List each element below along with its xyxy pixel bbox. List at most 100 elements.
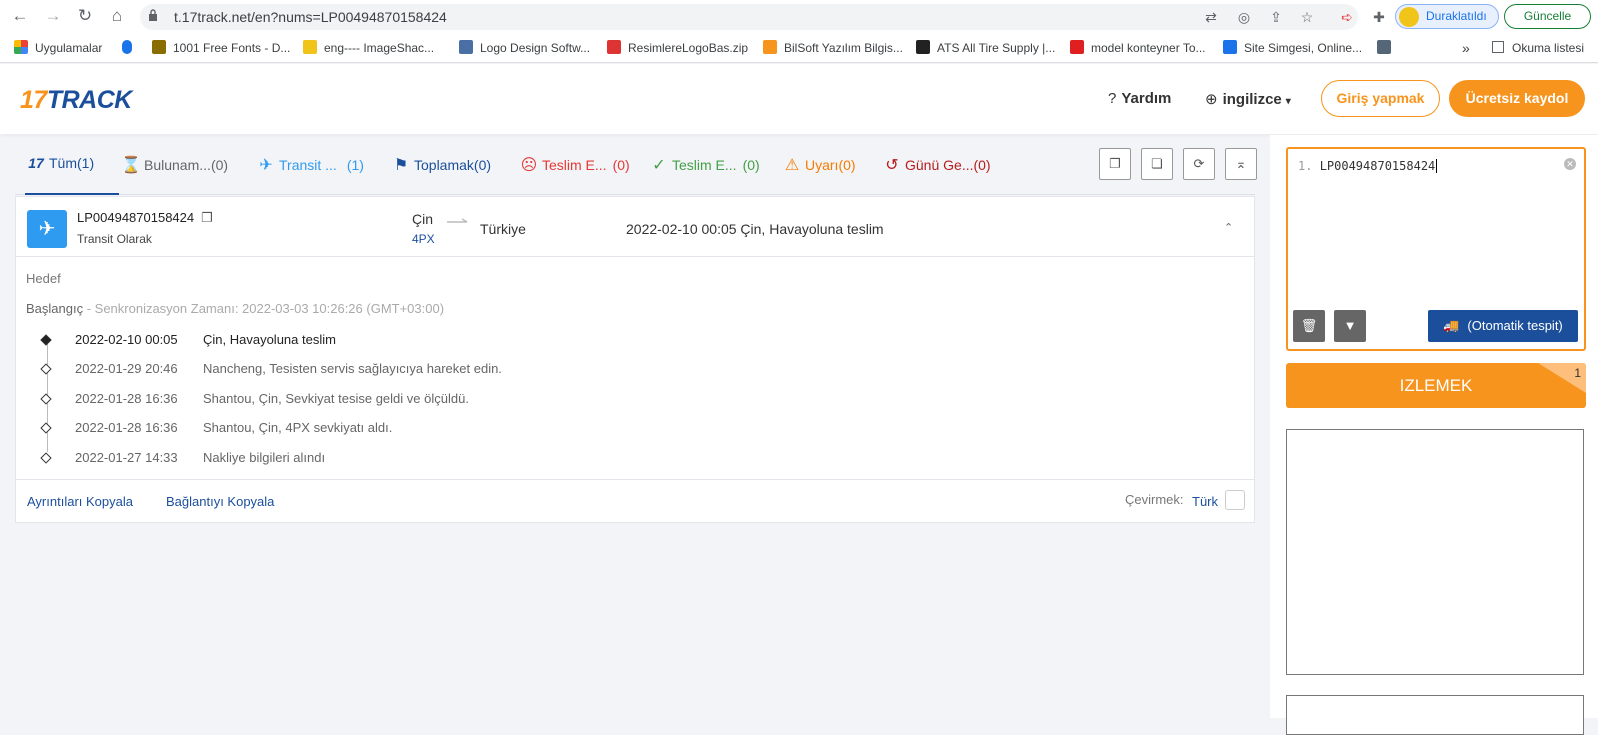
profile-button[interactable]: Duraklatıldı — [1395, 4, 1499, 29]
input-content[interactable]: 1. LP00494870158424 — [1298, 159, 1438, 173]
truck-icon: 🚚 — [1443, 318, 1460, 333]
tab-count: (1) — [346, 157, 364, 173]
tab-label: Uyarı — [805, 157, 839, 173]
star-icon[interactable]: ☆ — [1298, 8, 1316, 26]
copy-details-link[interactable]: Ayrıntıları Kopyala — [27, 494, 133, 509]
tab-delivered[interactable]: ✓ Teslim E... (0) — [648, 155, 759, 195]
home-icon[interactable]: ⌂ — [107, 6, 127, 26]
tab-not-found[interactable]: ⌛ Bulunam...(0) — [120, 155, 228, 195]
card-footer: Ayrıntıları Kopyala Bağlantıyı Kopyala Ç… — [16, 479, 1254, 522]
shipment-summary[interactable]: ✈ LP00494870158424 ❐ Transit Olarak Çin 4… — [16, 197, 1254, 257]
url-text[interactable]: t.17track.net/en?nums=LP00494870158424 — [174, 9, 447, 25]
status-tabs: 17 Tüm(1) ⌛ Bulunam...(0) ✈ Transit ... (1) … — [15, 143, 1257, 195]
track-count: 1 — [1574, 366, 1581, 380]
bookmark-item[interactable]: model konteyner To... — [1070, 39, 1206, 57]
track-button[interactable]: IZLEMEK 1 — [1286, 363, 1586, 408]
text-cursor — [1436, 159, 1438, 173]
bookmark-label: BilSoft Yazılım Bilgis... — [784, 41, 903, 55]
copy-link-link[interactable]: Bağlantıyı Kopyala — [166, 494, 274, 509]
tab-alert[interactable]: ⚠ Uyarı(0) — [781, 155, 856, 195]
bookmark-item[interactable]: ATS All Tire Supply |... — [916, 39, 1055, 57]
auto-detect-button[interactable]: 🚚 (Otomatik tespit) — [1428, 310, 1578, 342]
register-button[interactable]: Ücretsiz kaydol — [1449, 80, 1585, 117]
extension-arrow-icon[interactable]: ➪ — [1338, 8, 1356, 26]
shipment-card: ✈ LP00494870158424 ❐ Transit Olarak Çin 4… — [15, 196, 1255, 523]
translate-language[interactable]: Türk — [1192, 494, 1218, 509]
update-button[interactable]: Güncelle — [1504, 4, 1591, 29]
logo[interactable]: 17TRACK — [20, 86, 132, 115]
tab-in-transit[interactable]: ✈ Transit ... (1) — [255, 155, 364, 195]
login-button[interactable]: Giriş yapmak — [1321, 80, 1440, 117]
imageshack-favicon-icon — [303, 40, 317, 54]
reload-icon[interactable]: ↻ — [75, 6, 95, 26]
apps-label: Uygulamalar — [35, 41, 103, 55]
puzzle-icon[interactable]: ✚ — [1370, 8, 1388, 26]
line-number: 1. — [1298, 159, 1313, 173]
translate-checkbox[interactable] — [1225, 490, 1245, 510]
browser-toolbar: ← → ↻ ⌂ t.17track.net/en?nums=LP00494870… — [0, 0, 1598, 33]
filter-button[interactable]: ▼ — [1334, 310, 1366, 342]
share-icon[interactable]: ⇪ — [1267, 8, 1285, 26]
carrier-link[interactable]: 4PX — [412, 232, 435, 246]
tab-expired[interactable]: ↺ Günü Ge...(0) — [881, 155, 990, 195]
lock-icon — [149, 9, 157, 21]
destination-country: Türkiye — [480, 221, 526, 237]
eye-off-icon[interactable]: ◎ — [1235, 8, 1253, 26]
auto-detect-label: (Otomatik tespit) — [1467, 318, 1563, 333]
tab-label: Günü Ge... — [905, 157, 974, 173]
tab-undelivered[interactable]: ☹ Teslim E... (0) — [518, 155, 630, 195]
tab-count: (0) — [838, 157, 856, 173]
apps-bookmark[interactable]: Uygulamalar — [14, 39, 102, 57]
person-icon — [122, 40, 132, 54]
logo-text: TRACK — [46, 86, 133, 114]
bookmark-item[interactable]: 1001 Free Fonts - D... — [152, 39, 290, 57]
bookmark-label: ResimlereLogoBas.zip — [628, 41, 749, 55]
event-time: 2022-01-29 20:46 — [75, 361, 178, 376]
event-time: 2022-01-28 16:36 — [75, 420, 178, 435]
delete-button[interactable]: 🗑 — [1293, 310, 1325, 342]
clear-icon[interactable]: ✕ — [1564, 158, 1576, 170]
ad-placeholder-2 — [1286, 695, 1584, 735]
translate-label: Çevirmek: — [1125, 492, 1184, 507]
collapse-icon[interactable]: ⌃ — [1224, 221, 1233, 234]
logo-design-favicon-icon — [459, 40, 473, 54]
language-selector[interactable]: ⊕ ingilizce ▾ — [1205, 90, 1291, 108]
plane-icon: ✈ — [259, 157, 273, 174]
bookmark-item[interactable]: ResimlereLogoBas.zip — [607, 39, 748, 57]
tracking-input[interactable]: 1. LP00494870158424 ✕ 🗑 ▼ 🚚 (Otomatik tes… — [1286, 147, 1586, 351]
more-bookmarks-button[interactable]: » — [1462, 39, 1470, 57]
event-time: 2022-02-10 00:05 — [75, 332, 178, 347]
bookmark-item[interactable]: BilSoft Yazılım Bilgis... — [763, 39, 903, 57]
bookmark-item[interactable]: Site Simgesi, Online... — [1223, 39, 1362, 57]
back-icon[interactable]: ← — [10, 6, 30, 26]
bookmark-item[interactable]: Logo Design Softw... — [459, 39, 590, 57]
input-value: LP00494870158424 — [1319, 159, 1436, 173]
refresh-button[interactable]: ⟳ — [1183, 148, 1215, 180]
caret-down-icon: ▾ — [1285, 96, 1291, 107]
copy-button[interactable]: ❐ — [1099, 148, 1131, 180]
bookmark-person[interactable] — [122, 39, 139, 57]
collapse-all-button[interactable]: ⌅ — [1225, 148, 1257, 180]
copy-icon: ❐ — [1109, 156, 1121, 171]
tab-all[interactable]: 17 Tüm(1) — [25, 155, 119, 195]
translate-icon[interactable]: ⇄ — [1202, 8, 1220, 26]
address-bar[interactable]: t.17track.net/en?nums=LP00494870158424 ⇄… — [140, 4, 1358, 30]
fonts-favicon-icon — [152, 40, 166, 54]
arrow-right-icon — [447, 218, 468, 223]
shipment-status: Transit Olarak — [77, 232, 152, 246]
forward-icon[interactable]: → — [43, 6, 63, 26]
collapse-icon: ⌅ — [1235, 156, 1247, 171]
reading-list-button[interactable]: Okuma listesi — [1492, 39, 1584, 57]
bookmark-image[interactable] — [1377, 39, 1398, 57]
zip-favicon-icon — [607, 40, 621, 54]
bookmark-item[interactable]: eng---- ImageShac... — [303, 39, 434, 57]
profile-label: Duraklatıldı — [1426, 9, 1487, 23]
event-text: Çin, Havayoluna teslim — [203, 332, 336, 347]
event-dot — [40, 393, 52, 405]
refresh-icon: ⟳ — [1193, 156, 1205, 171]
help-link[interactable]: ? Yardım — [1108, 90, 1171, 107]
copy-number-icon[interactable]: ❐ — [201, 210, 213, 225]
tab-pickup[interactable]: ⚑ Toplamak(0) — [390, 155, 491, 195]
copy-all-button[interactable]: ❏ — [1141, 148, 1173, 180]
trash-icon: 🗑 — [1300, 318, 1318, 333]
